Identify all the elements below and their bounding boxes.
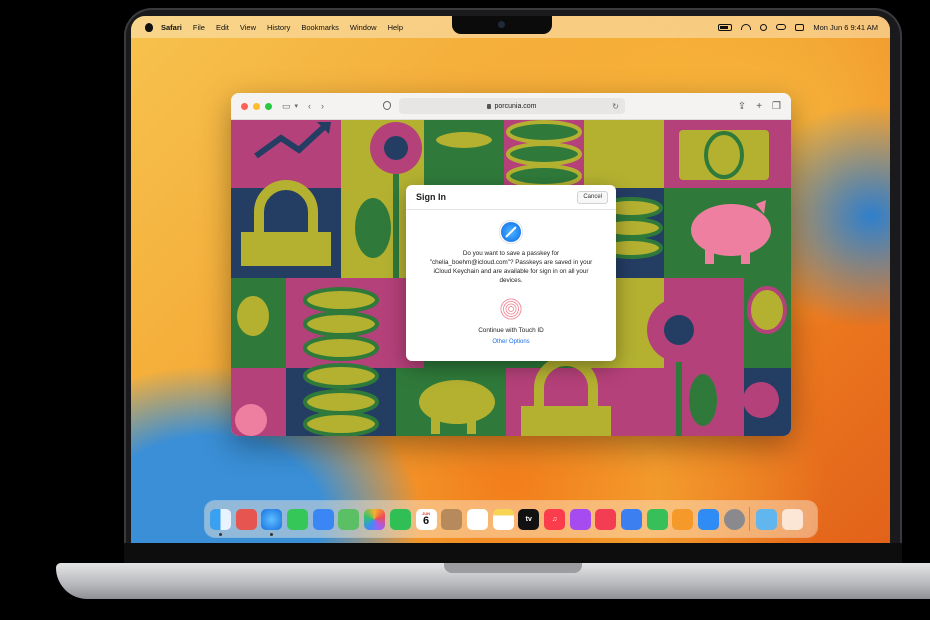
pages-icon[interactable] [672,508,694,530]
maps-icon[interactable] [338,508,360,530]
menu-file[interactable]: File [193,23,205,32]
notes-icon[interactable] [492,508,514,530]
news-icon[interactable] [595,508,617,530]
address-bar[interactable]: porcunia.com ↻ [399,98,625,114]
control-center-icon[interactable] [776,24,787,30]
photos-icon[interactable] [364,508,386,530]
facetime-icon[interactable] [389,508,411,530]
cancel-button[interactable]: Cancel [577,191,608,204]
safari-window: ▭ ▾ ‹ › porcunia.com ↻ ⇪ + ❐ Sign In Can… [231,93,791,436]
dock: JUN 6 tv ♫ [205,501,817,537]
contacts-icon[interactable] [441,508,463,530]
zoom-window-button[interactable] [265,102,272,110]
camera-notch [452,16,552,34]
downloads-folder-icon[interactable] [756,508,778,530]
menu-edit[interactable]: Edit [216,23,229,32]
laptop-base-notch [444,563,582,573]
reload-icon[interactable]: ↻ [612,102,619,111]
dock-separator [749,507,751,531]
url-text: porcunia.com [494,102,537,110]
safari-icon[interactable] [261,508,283,536]
close-window-button[interactable] [241,102,248,110]
calendar-icon[interactable]: JUN 6 [415,508,437,530]
passkey-dialog: Sign In Cancel Do you want to save a pas… [406,185,616,361]
menu-clock[interactable]: Mon Jun 6 9:41 AM [813,23,878,32]
apple-tv-icon[interactable]: tv [518,508,540,530]
other-options-link[interactable]: Other Options [406,339,616,345]
menu-app-name[interactable]: Safari [161,23,182,32]
share-icon[interactable]: ⇪ [738,101,746,112]
touch-id-fingerprint-icon[interactable] [500,298,522,320]
tv-label: tv [525,515,532,523]
siri-icon[interactable] [795,23,805,31]
music-icon[interactable]: ♫ [543,508,565,530]
numbers-icon[interactable] [646,508,668,530]
spotlight-search-icon[interactable] [760,23,768,31]
system-settings-icon[interactable] [723,508,745,530]
wifi-icon[interactable] [741,24,752,30]
menu-help[interactable]: Help [388,23,403,32]
lock-icon [487,103,492,109]
menu-bookmarks[interactable]: Bookmarks [301,23,339,32]
tab-overview-icon[interactable]: ❐ [772,101,781,112]
trash-icon[interactable] [782,508,804,530]
menu-view[interactable]: View [240,23,256,32]
finder-icon[interactable] [210,508,231,536]
mail-icon[interactable] [312,508,334,530]
calendar-day: 6 [422,515,430,527]
privacy-shield-icon[interactable] [383,101,391,110]
apple-menu-icon[interactable] [145,22,153,32]
battery-icon[interactable] [718,23,733,31]
dialog-header: Sign In Cancel [406,185,616,210]
keynote-icon[interactable] [621,508,642,530]
screen: Safari File Edit View History Bookmarks … [131,16,890,543]
sidebar-toggle-icon[interactable]: ▭ [282,101,291,112]
music-note-icon: ♫ [551,515,558,523]
dialog-title: Sign In [416,192,446,202]
launchpad-icon[interactable] [235,508,257,530]
forward-icon[interactable]: › [321,101,324,111]
minimize-window-button[interactable] [253,102,260,110]
reminders-icon[interactable] [466,508,488,530]
menu-window[interactable]: Window [350,23,377,32]
safari-compass-icon [501,222,521,242]
dialog-message: Do you want to save a passkey for "cheli… [429,250,593,284]
app-store-icon[interactable] [698,508,720,530]
menu-history[interactable]: History [267,23,290,32]
chevron-down-icon[interactable]: ▾ [295,102,299,110]
new-tab-icon[interactable]: + [756,101,762,112]
laptop-chin [124,543,902,563]
back-icon[interactable]: ‹ [308,101,311,111]
safari-toolbar: ▭ ▾ ‹ › porcunia.com ↻ ⇪ + ❐ [231,93,791,120]
continue-with-touch-id-button[interactable]: Continue with Touch ID [406,327,616,334]
podcasts-icon[interactable] [569,508,591,530]
camera-icon [498,21,505,28]
messages-icon[interactable] [287,508,309,530]
